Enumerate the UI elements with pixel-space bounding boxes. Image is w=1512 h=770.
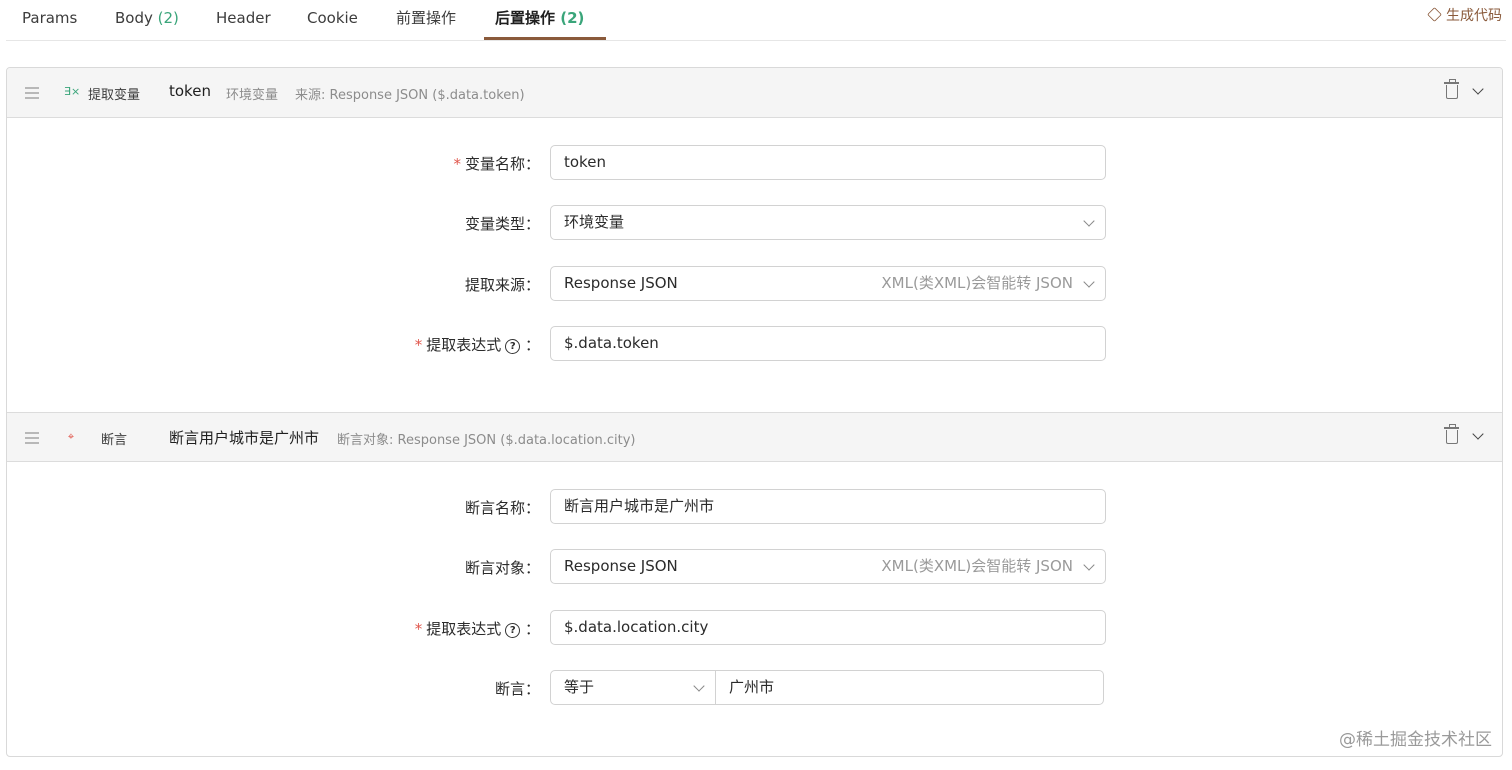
tab-body-count: (2) [157, 9, 179, 27]
help-icon[interactable]: ? [505, 623, 521, 638]
assert-target-select[interactable]: Response JSON XML(类XML)会智能转 JSON [550, 549, 1106, 584]
chevron-down-icon [1083, 215, 1095, 227]
drag-handle-icon[interactable] [25, 432, 39, 444]
tab-post-actions[interactable]: 后置操作 (2) [495, 0, 584, 40]
chevron-down-icon[interactable] [1472, 430, 1484, 442]
assert-expected-input[interactable]: 广州市 [716, 670, 1104, 705]
tab-pre-actions[interactable]: 前置操作 [396, 0, 456, 40]
var-type-label: 变量类型： [464, 215, 540, 233]
target-hint: XML(类XML)会智能转 JSON [881, 557, 1073, 575]
form-row-var-type: 变量类型： 环境变量 [7, 205, 1502, 241]
expression-input[interactable]: $.data.token [550, 326, 1106, 361]
trash-icon[interactable] [1444, 79, 1459, 99]
var-name-input[interactable]: token [550, 145, 1106, 180]
trash-icon[interactable] [1444, 424, 1459, 444]
tab-post-count: (2) [560, 9, 585, 27]
assert-expression-input[interactable]: $.data.location.city [550, 610, 1106, 645]
item-type-label: 提取变量 [88, 88, 141, 103]
chevron-down-icon [1083, 559, 1095, 571]
assert-operator-select[interactable]: 等于 [550, 670, 716, 705]
tab-header[interactable]: Header [216, 0, 271, 40]
source-hint: XML(类XML)会智能转 JSON [881, 274, 1073, 292]
help-icon[interactable]: ? [505, 339, 521, 354]
tab-params[interactable]: Params [22, 0, 77, 40]
chevron-down-icon [1083, 276, 1095, 288]
drag-handle-icon[interactable] [25, 87, 39, 99]
form-row-expression: * 提取表达式? ： $.data.token [7, 326, 1502, 362]
item-name: token [169, 82, 211, 100]
chevron-down-icon [693, 680, 705, 692]
form-row-assertion: 断言： 等于 广州市 [7, 670, 1502, 706]
extract-variable-header[interactable]: ∃× 提取变量 token 环境变量 来源: Response JSON ($.… [7, 68, 1502, 118]
item-name: 断言用户城市是广州市 [169, 429, 320, 447]
code-box-icon [1427, 7, 1442, 22]
assertion-label: 断言： [494, 680, 540, 698]
item-type-label: 断言 [101, 433, 128, 448]
assertion-header[interactable]: ⌖ 断言 断言用户城市是广州市 断言对象: Response JSON ($.d… [7, 412, 1502, 462]
form-row-assert-expression: * 提取表达式? ： $.data.location.city [7, 610, 1502, 646]
item-source-summary: 来源: Response JSON ($.data.token) [295, 88, 525, 103]
form-row-var-name: * 变量名称： token [7, 145, 1502, 181]
watermark: @稀土掘金技术社区 [1339, 730, 1492, 750]
form-row-assert-target: 断言对象： Response JSON XML(类XML)会智能转 JSON [7, 549, 1502, 585]
source-select[interactable]: Response JSON XML(类XML)会智能转 JSON [550, 266, 1106, 301]
tab-bar: Params Body (2) Header Cookie 前置操作 后置操作 … [6, 0, 1506, 41]
tab-body[interactable]: Body (2) [115, 0, 179, 40]
form-row-source: 提取来源： Response JSON XML(类XML)会智能转 JSON [7, 266, 1502, 302]
form-row-assert-name: 断言名称： 断言用户城市是广州市 [7, 489, 1502, 525]
assert-name-input[interactable]: 断言用户城市是广州市 [550, 489, 1106, 524]
var-name-label: * 变量名称： [453, 155, 540, 173]
item-target-summary: 断言对象: Response JSON ($.data.location.cit… [337, 433, 636, 448]
chevron-down-icon[interactable] [1472, 85, 1484, 97]
source-label: 提取来源： [464, 276, 540, 294]
post-actions-panel: ∃× 提取变量 token 环境变量 来源: Response JSON ($.… [6, 67, 1503, 757]
expression-label: * 提取表达式? ： [414, 336, 540, 354]
assert-target-label: 断言对象： [464, 559, 540, 577]
assertion-icon: ⌖ [67, 430, 75, 443]
item-scope: 环境变量 [226, 88, 279, 103]
extract-variable-icon: ∃× [64, 85, 81, 98]
generate-code-button[interactable]: 生成代码 [1427, 5, 1502, 25]
assert-expression-label: * 提取表达式? ： [414, 620, 540, 638]
assert-name-label: 断言名称： [464, 499, 540, 517]
var-type-select[interactable]: 环境变量 [550, 205, 1106, 240]
tab-cookie[interactable]: Cookie [307, 0, 358, 40]
active-tab-indicator [484, 37, 606, 40]
